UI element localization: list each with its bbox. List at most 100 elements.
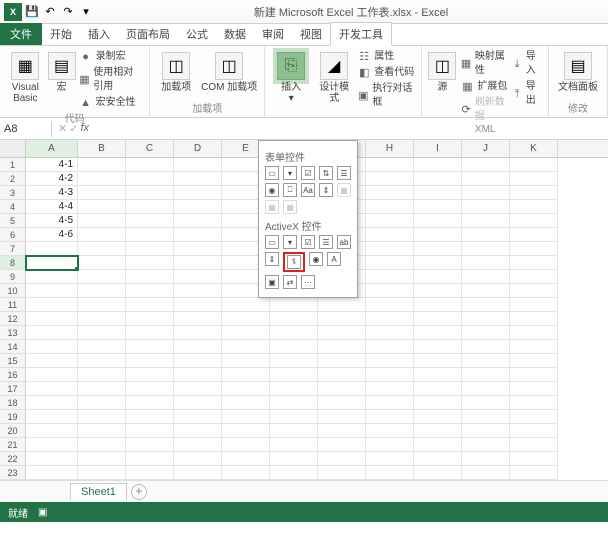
row-header[interactable]: 1 — [0, 158, 26, 172]
cell[interactable] — [26, 396, 78, 410]
tab-insert[interactable]: 插入 — [80, 23, 118, 45]
form-option-icon[interactable]: ◉ — [265, 183, 279, 197]
cell[interactable] — [270, 298, 318, 312]
cell[interactable] — [318, 298, 366, 312]
ax-listbox-icon[interactable]: ☰ — [319, 235, 333, 249]
cell[interactable] — [174, 172, 222, 186]
cell[interactable] — [78, 242, 126, 256]
cell[interactable] — [26, 410, 78, 424]
cell[interactable] — [318, 438, 366, 452]
cell[interactable] — [78, 270, 126, 284]
cell[interactable] — [174, 466, 222, 480]
cell[interactable] — [414, 396, 462, 410]
addins-button[interactable]: ◫ 加载项 — [156, 48, 196, 93]
cell[interactable] — [414, 200, 462, 214]
cell[interactable] — [510, 172, 558, 186]
com-addins-button[interactable]: ◫ COM 加载项 — [200, 48, 258, 93]
tab-review[interactable]: 审阅 — [254, 23, 292, 45]
cell[interactable] — [462, 396, 510, 410]
cell[interactable] — [222, 312, 270, 326]
form-checkbox-icon[interactable]: ☑ — [301, 166, 315, 180]
cell[interactable] — [318, 354, 366, 368]
row-header[interactable]: 16 — [0, 368, 26, 382]
refresh-button[interactable]: ⟳刷新数据 — [460, 96, 507, 124]
cell[interactable] — [270, 312, 318, 326]
insert-controls-button[interactable]: ⎘ 插入▾ — [271, 48, 311, 104]
map-properties-button[interactable]: ▦映射属性 — [460, 50, 507, 78]
row-header[interactable]: 11 — [0, 298, 26, 312]
cell[interactable] — [78, 340, 126, 354]
cell[interactable] — [126, 438, 174, 452]
cell[interactable] — [510, 200, 558, 214]
new-sheet-button[interactable]: + — [131, 484, 147, 500]
cell[interactable] — [366, 396, 414, 410]
cell[interactable] — [174, 214, 222, 228]
cell[interactable] — [318, 382, 366, 396]
cell[interactable] — [174, 200, 222, 214]
row-header[interactable]: 21 — [0, 438, 26, 452]
cell[interactable] — [26, 256, 78, 270]
ax-spin-button-icon[interactable]: ⥮ — [287, 255, 301, 269]
cell[interactable] — [414, 340, 462, 354]
cell[interactable] — [510, 186, 558, 200]
row-header[interactable]: 9 — [0, 270, 26, 284]
cell[interactable] — [126, 158, 174, 172]
properties-button[interactable]: ☷属性 — [357, 50, 415, 64]
col-header[interactable]: B — [78, 140, 126, 157]
cell[interactable] — [78, 382, 126, 396]
cell[interactable] — [510, 326, 558, 340]
cell[interactable] — [78, 452, 126, 466]
ax-combo-icon[interactable]: ▾ — [283, 235, 297, 249]
cell[interactable] — [174, 354, 222, 368]
macros-button[interactable]: ▤ 宏 — [49, 48, 75, 93]
cell[interactable] — [126, 424, 174, 438]
expansion-button[interactable]: ▦扩展包 — [460, 80, 507, 94]
cell[interactable] — [510, 396, 558, 410]
export-button[interactable]: ⤒导出 — [511, 80, 542, 108]
select-all-corner[interactable] — [0, 140, 26, 157]
tab-home[interactable]: 开始 — [42, 23, 80, 45]
cell[interactable] — [366, 410, 414, 424]
cell[interactable] — [462, 424, 510, 438]
cell[interactable] — [414, 466, 462, 480]
worksheet-grid[interactable]: A B C D E F G H I J K 123456789101112131… — [0, 140, 608, 480]
cell[interactable] — [318, 466, 366, 480]
ax-toggle-icon[interactable]: ⇄ — [283, 275, 297, 289]
cell[interactable] — [414, 256, 462, 270]
cell[interactable] — [270, 382, 318, 396]
cell[interactable] — [366, 214, 414, 228]
cell[interactable] — [270, 438, 318, 452]
cell[interactable] — [414, 368, 462, 382]
cell[interactable] — [222, 438, 270, 452]
ax-image-icon[interactable]: ▣ — [265, 275, 279, 289]
redo-icon[interactable]: ↷ — [60, 4, 76, 20]
cell[interactable] — [414, 270, 462, 284]
cell[interactable]: 4-6 — [26, 228, 78, 242]
form-scroll-icon[interactable]: ⇕ — [319, 183, 333, 197]
tab-file[interactable]: 文件 — [0, 23, 42, 45]
cell[interactable] — [26, 298, 78, 312]
cell[interactable] — [78, 284, 126, 298]
cell[interactable] — [510, 158, 558, 172]
cell[interactable] — [414, 424, 462, 438]
cell[interactable]: 4-1 — [26, 158, 78, 172]
cell[interactable] — [462, 270, 510, 284]
xml-source-button[interactable]: ◫ 源 — [428, 48, 456, 93]
cell[interactable] — [78, 200, 126, 214]
cell[interactable] — [222, 368, 270, 382]
cell[interactable] — [174, 438, 222, 452]
cell[interactable] — [462, 158, 510, 172]
cell[interactable] — [510, 284, 558, 298]
cell[interactable] — [366, 298, 414, 312]
row-header[interactable]: 8 — [0, 256, 26, 270]
tab-formulas[interactable]: 公式 — [178, 23, 216, 45]
cell[interactable] — [510, 368, 558, 382]
cell[interactable] — [222, 340, 270, 354]
form-label-icon[interactable]: Aa — [301, 183, 315, 197]
view-code-button[interactable]: ◧查看代码 — [357, 66, 415, 80]
cell[interactable] — [462, 242, 510, 256]
import-button[interactable]: ⤓导入 — [511, 50, 542, 78]
cell[interactable] — [366, 228, 414, 242]
cell[interactable] — [270, 340, 318, 354]
cell[interactable] — [366, 200, 414, 214]
